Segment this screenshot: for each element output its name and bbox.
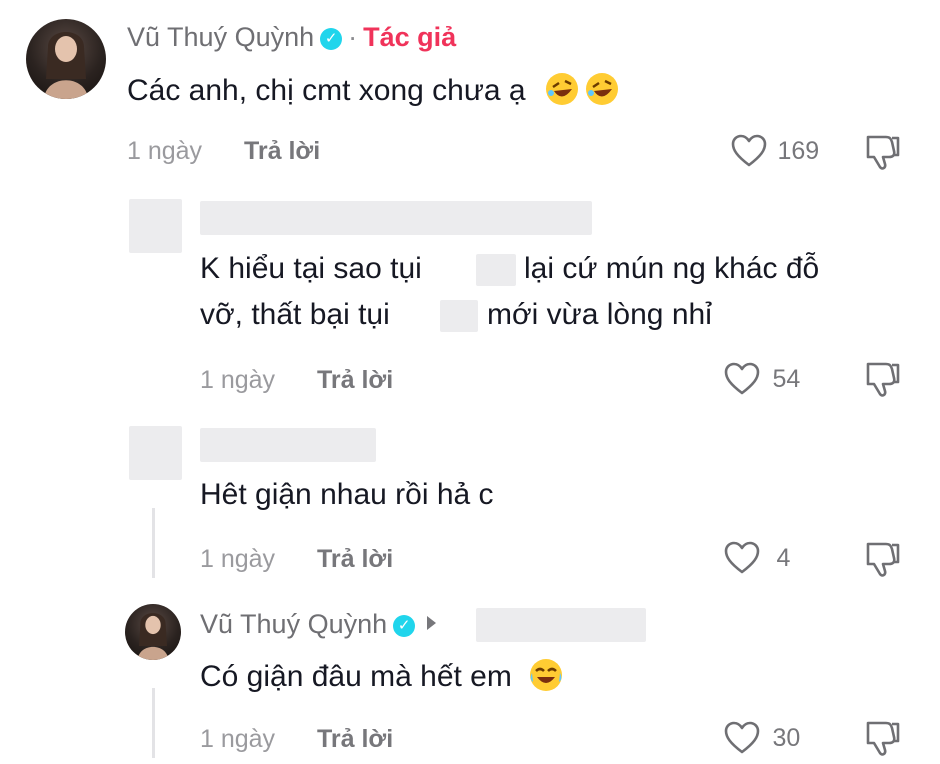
reply-button[interactable]: Trả lời — [317, 545, 393, 574]
comment-text-part: lại cứ mún ng khác đỗ — [524, 252, 820, 285]
avatar[interactable] — [125, 604, 181, 660]
author-name: Vũ Thuý Quỳnh — [200, 609, 388, 639]
heart-icon — [724, 362, 760, 395]
like-count: 54 — [772, 364, 801, 393]
reply-button[interactable]: Trả lời — [317, 725, 393, 754]
heart-icon — [724, 541, 760, 574]
author-name-redacted[interactable] — [200, 428, 376, 462]
comment-text-part: K hiểu tại sao tụi — [200, 252, 422, 285]
comment-text: Hêt giận nhau rồi hả c — [200, 478, 494, 511]
like-count: 169 — [777, 136, 820, 165]
rolling-laughing-emoji — [545, 73, 578, 105]
avatar-redacted[interactable] — [129, 426, 182, 480]
dislike-button[interactable] — [862, 360, 902, 403]
redacted-word — [440, 300, 478, 332]
comment-text-content: Các anh, chị cmt xong chưa ạ — [127, 74, 526, 107]
comment-time: 1 ngày — [200, 545, 276, 573]
reply-to-arrow-icon — [427, 616, 437, 630]
like-button[interactable]: 54 — [724, 362, 800, 396]
comment-time: 1 ngày — [200, 366, 276, 394]
verified-badge-icon: ✓ — [320, 28, 343, 50]
comment-time: 1 ngày — [200, 725, 276, 753]
comment-text: vỡ, thất bại tụi — [200, 298, 390, 332]
like-button[interactable]: 169 — [731, 134, 819, 168]
thread-line — [152, 688, 155, 758]
comment-author[interactable]: Vũ Thuý Quỳnh ✓ — [200, 609, 446, 640]
comment-text: lại cứ mún ng khác đỗ — [524, 252, 819, 286]
comment-time: 1 ngày — [127, 137, 203, 165]
separator-dot: · — [348, 22, 358, 52]
comment-text: Có giận đâu mà hết em — [200, 657, 564, 694]
thumbs-down-icon — [866, 721, 900, 756]
thumbs-down-icon — [866, 362, 900, 397]
like-button[interactable]: 30 — [724, 721, 800, 755]
like-count: 30 — [772, 723, 801, 752]
avatar-redacted[interactable] — [129, 199, 182, 253]
author-name-redacted[interactable] — [200, 201, 592, 235]
reply-button[interactable]: Trả lời — [244, 137, 320, 166]
like-button[interactable]: 4 — [724, 541, 790, 575]
thread-line — [152, 508, 155, 578]
rolling-laughing-emoji — [585, 73, 618, 105]
reply-button[interactable]: Trả lời — [317, 366, 393, 395]
comment-text: K hiểu tại sao tụi — [200, 252, 422, 286]
dislike-button[interactable] — [862, 719, 902, 762]
reply-target-redacted[interactable] — [476, 608, 646, 642]
heart-icon — [731, 134, 767, 167]
thumbs-down-icon — [866, 542, 900, 577]
dislike-button[interactable] — [862, 540, 902, 583]
tears-of-joy-emoji — [530, 659, 563, 691]
comment-text-content: Có giận đâu mà hết em — [200, 660, 512, 693]
comment-text-part: vỡ, thất bại tụi — [200, 298, 390, 331]
author-tag: Tác giả — [363, 22, 457, 52]
heart-icon — [724, 721, 760, 754]
dislike-button[interactable] — [862, 133, 902, 176]
comment-text: mới vừa lòng nhỉ — [487, 298, 712, 332]
redacted-word — [476, 254, 516, 286]
like-count: 4 — [776, 543, 791, 572]
author-name: Vũ Thuý Quỳnh — [127, 22, 315, 52]
comment-author[interactable]: Vũ Thuý Quỳnh ✓ · Tác giả — [127, 22, 456, 53]
verified-badge-icon: ✓ — [393, 615, 416, 637]
comment-text: Các anh, chị cmt xong chưa ạ — [127, 71, 620, 108]
thumbs-down-icon — [866, 135, 900, 170]
comment-text-part: mới vừa lòng nhỉ — [487, 298, 712, 331]
avatar[interactable] — [26, 19, 106, 99]
